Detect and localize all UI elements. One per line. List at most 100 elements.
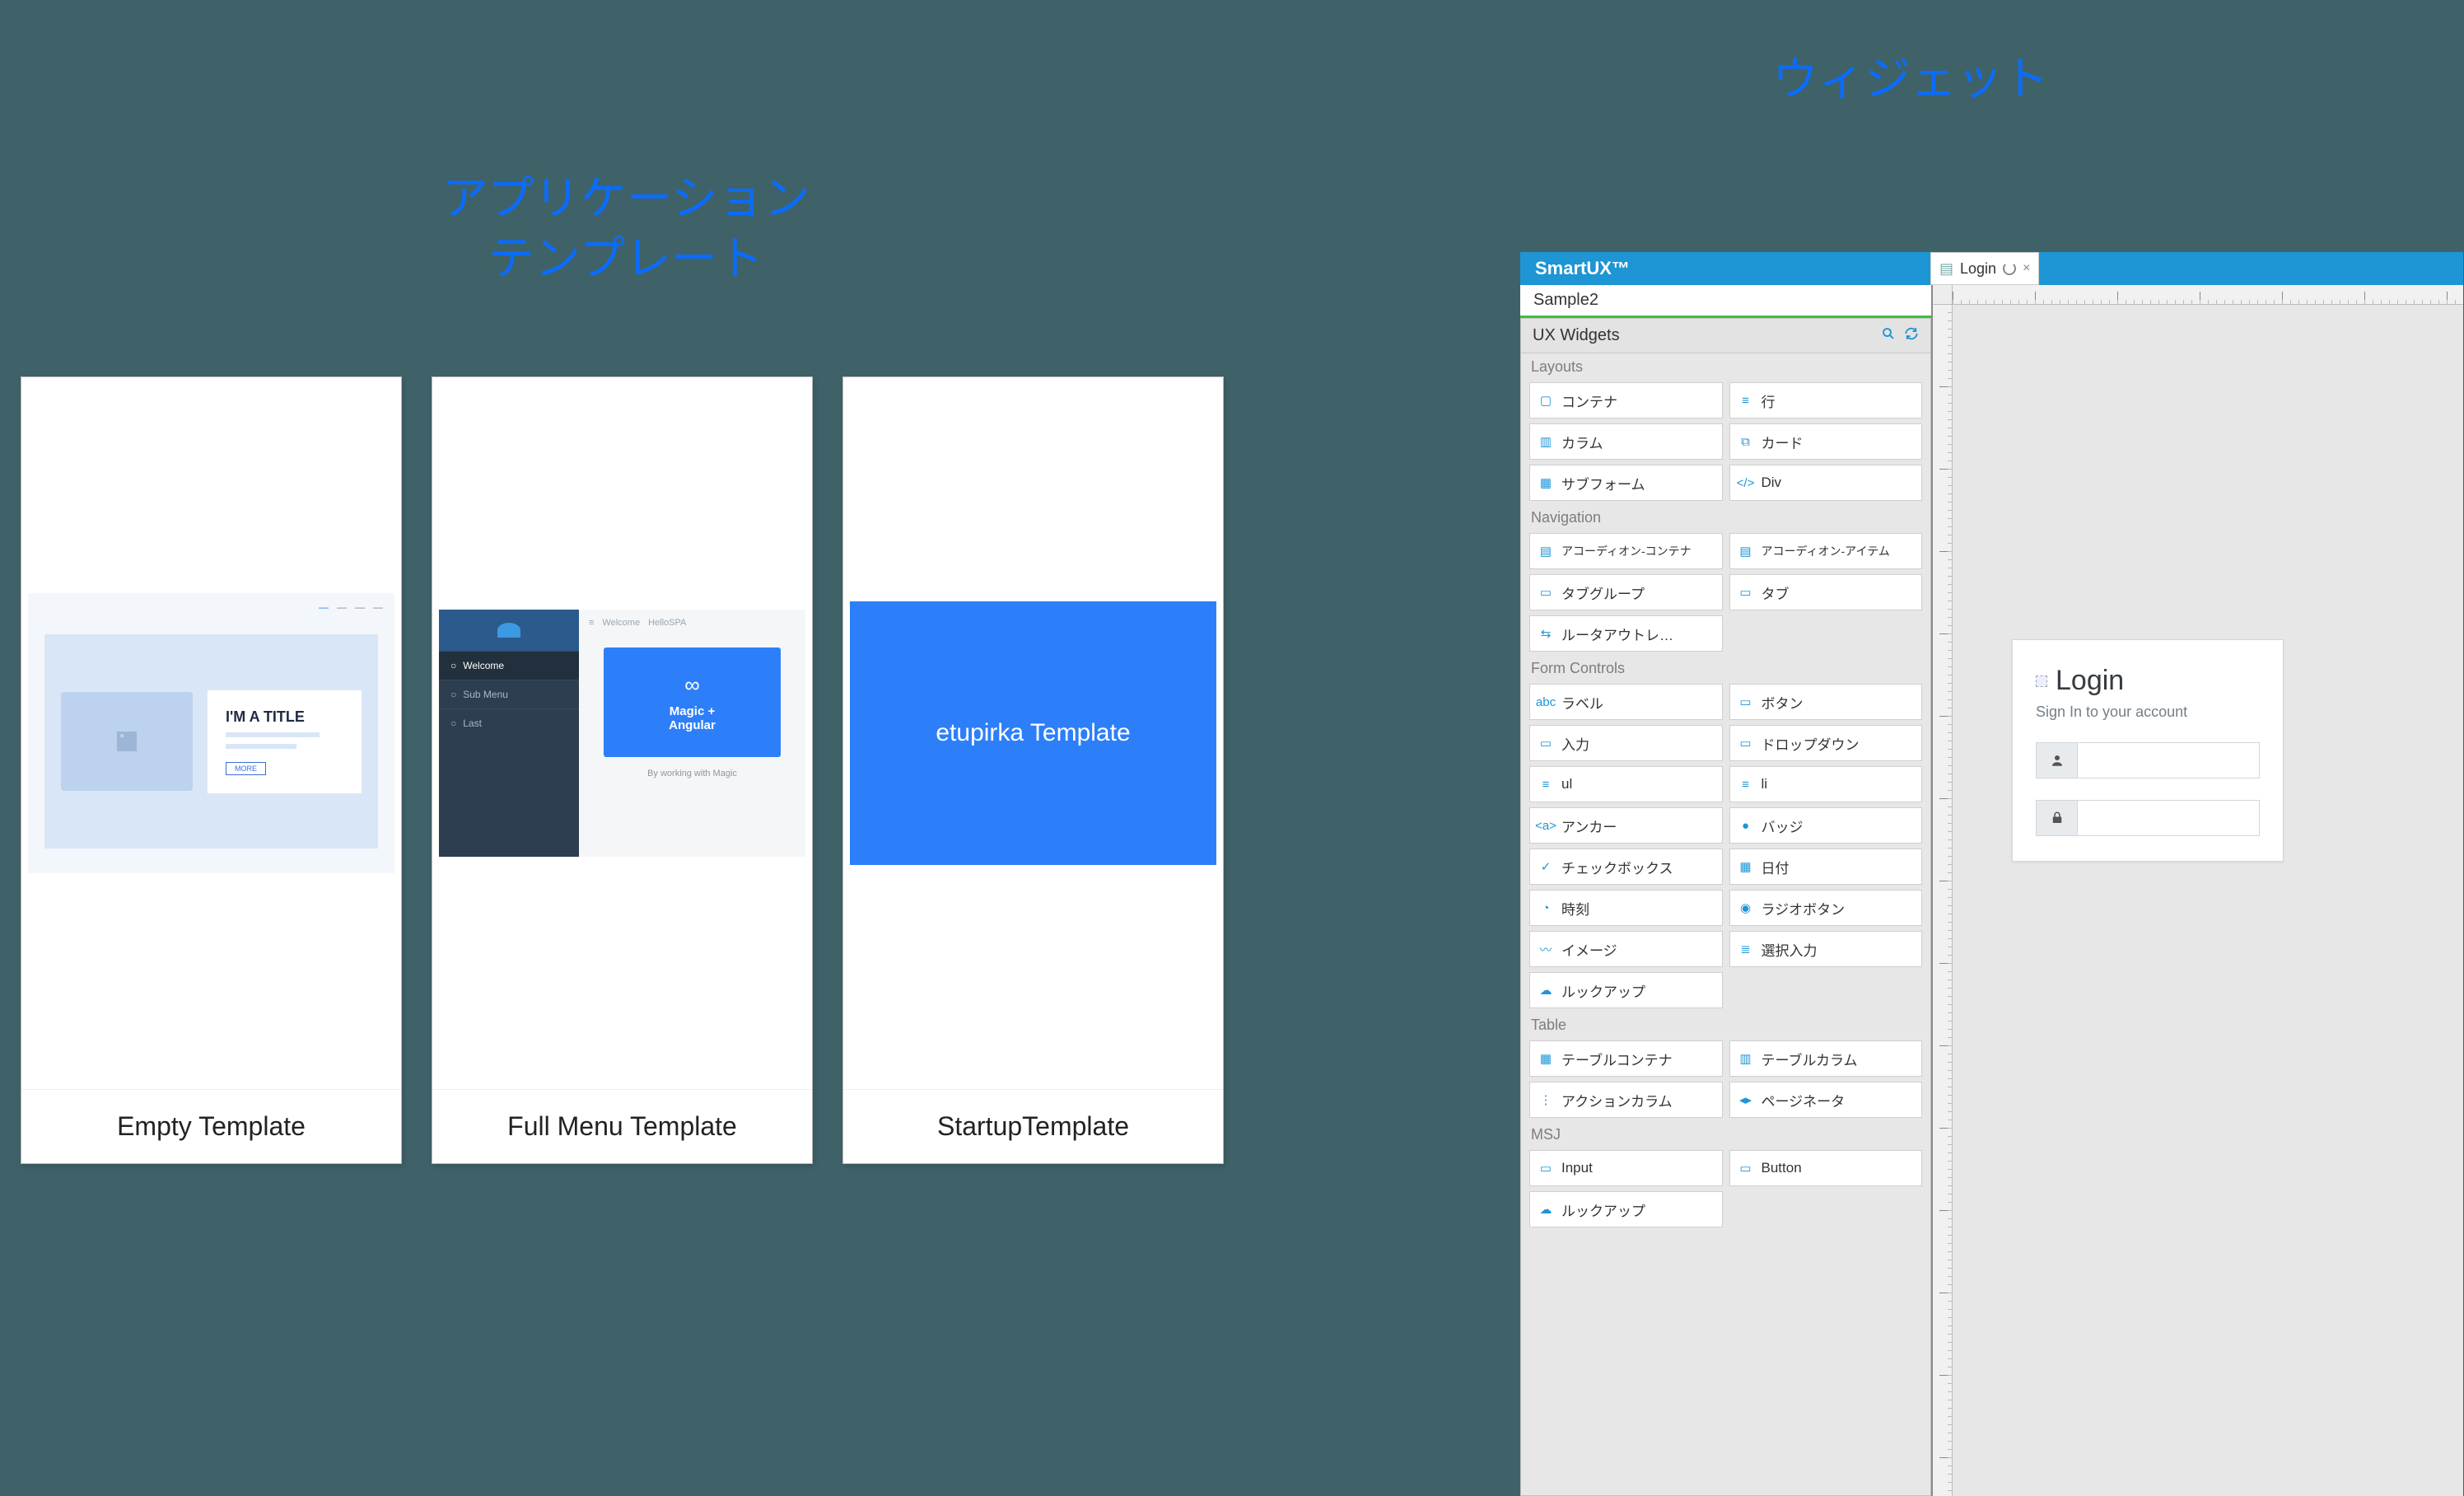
widget-label: テーブルカラム <box>1762 1049 1858 1069</box>
widget-item[interactable]: ⧉カード <box>1729 423 1923 460</box>
widget-label: アクションカラム <box>1561 1090 1673 1110</box>
widget-label: カラム <box>1561 432 1603 452</box>
widget-icon: ◉ <box>1737 899 1755 917</box>
section-navigation: Navigation <box>1521 504 1930 528</box>
design-canvas[interactable]: Login Sign In to your account <box>1933 285 2463 1496</box>
widget-item[interactable]: ▭タブ <box>1729 574 1923 610</box>
preview-title: I'M A TITLE <box>226 708 343 726</box>
widget-item[interactable]: ⇆ルータアウトレ… <box>1529 615 1723 652</box>
search-icon[interactable] <box>1881 326 1896 345</box>
widget-icon: ▭ <box>1537 1159 1555 1177</box>
widget-item[interactable]: ▭ 入力 <box>1529 725 1723 761</box>
widget-label: ウィジェット <box>1729 49 2092 110</box>
widget-item[interactable]: ✓チェックボックス <box>1529 849 1723 885</box>
widget-item[interactable]: ⋮アクションカラム <box>1529 1082 1723 1118</box>
widget-item[interactable]: 〰イメージ <box>1529 931 1723 967</box>
widget-item[interactable]: ◉ ラジオボタン <box>1729 890 1923 926</box>
canvas-body[interactable]: Login Sign In to your account <box>1953 305 2463 1496</box>
widget-item[interactable]: ▦テーブルコンテナ <box>1529 1040 1723 1077</box>
widget-item[interactable]: ▭ Input <box>1529 1150 1723 1186</box>
widget-item[interactable]: ◔時刻 <box>1529 890 1723 926</box>
user-icon <box>2037 743 2078 778</box>
widget-icon: ▭ <box>1737 583 1755 601</box>
file-icon: ▤ <box>1939 260 1953 278</box>
widget-item[interactable]: ▭ ドロップダウン <box>1729 725 1923 761</box>
preview-button: MORE <box>226 762 266 775</box>
ruler-vertical <box>1933 305 1953 1496</box>
refresh-icon[interactable] <box>1904 326 1919 345</box>
widget-label: Input <box>1561 1160 1593 1176</box>
widget-icon: ◔ <box>1537 899 1555 917</box>
widget-label: カード <box>1762 432 1804 452</box>
infinity-icon: ∞ <box>612 672 772 698</box>
template-card-full-menu[interactable]: ○Welcome ○Sub Menu ○Last ≡WelcomeHelloSP… <box>432 376 813 1164</box>
widget-item[interactable]: ▭ボタン <box>1729 684 1923 720</box>
widget-icon: ▭ <box>1737 734 1755 752</box>
template-card-startup[interactable]: etupirka Template StartupTemplate <box>842 376 1224 1164</box>
template-name: Full Menu Template <box>432 1089 812 1163</box>
widget-item[interactable]: ▤アコーディオン-アイテム <box>1729 533 1923 569</box>
widget-label: 選択入力 <box>1762 939 1818 960</box>
widget-icon: ⇆ <box>1537 624 1555 643</box>
widget-icon: ▢ <box>1537 391 1555 409</box>
widget-icon: ▤ <box>1737 542 1755 560</box>
side-item: ○Last <box>439 708 579 737</box>
widget-label: Button <box>1762 1160 1802 1176</box>
ruler-corner <box>1933 285 1953 305</box>
widget-item[interactable]: <a>アンカー <box>1529 807 1723 844</box>
widget-icon: ▭ <box>1537 583 1555 601</box>
widget-icon: ▦ <box>1737 858 1755 876</box>
widget-item[interactable]: ▥カラム <box>1529 423 1723 460</box>
widget-label: Div <box>1762 475 1782 491</box>
lock-icon <box>2037 801 2078 835</box>
template-row: ———— I'M A TITLE MORE Empty Template ○We… <box>21 376 1224 1164</box>
editor-tab-login[interactable]: ▤ Login × <box>1930 252 2039 285</box>
widget-item[interactable]: ▦ サブフォーム <box>1529 465 1723 501</box>
widget-item[interactable]: ▤アコーディオン-コンテナ <box>1529 533 1723 569</box>
widget-icon: 〰 <box>1537 940 1555 958</box>
widget-label: ラジオボタン <box>1762 898 1846 919</box>
widget-item[interactable]: ≡行 <box>1729 382 1923 418</box>
widget-item[interactable]: ☁ルックアップ <box>1529 972 1723 1008</box>
widget-icon: ▦ <box>1537 474 1555 492</box>
login-card[interactable]: Login Sign In to your account <box>2012 639 2284 862</box>
widget-item[interactable]: ▭ タブグループ <box>1529 574 1723 610</box>
widget-label: イメージ <box>1561 939 1617 960</box>
password-field[interactable] <box>2036 800 2260 836</box>
image-placeholder-icon <box>61 692 193 791</box>
widget-label: タブグループ <box>1561 582 1645 603</box>
widget-label: サブフォーム <box>1561 473 1645 493</box>
widget-label: li <box>1762 776 1768 792</box>
project-label: Sample2 <box>1520 285 1931 318</box>
section-form-controls: Form Controls <box>1521 655 1930 679</box>
widget-item[interactable]: ◂▸ ページネータ <box>1729 1082 1923 1118</box>
widget-item[interactable]: ▥テーブルカラム <box>1729 1040 1923 1077</box>
username-field[interactable] <box>2036 742 2260 778</box>
editor-window: SmartUX™ ▤ Login × Sample2 UX Widgets La… <box>1520 252 2463 1496</box>
widget-item[interactable]: ≡ul <box>1529 766 1723 802</box>
widget-item[interactable]: ▦日付 <box>1729 849 1923 885</box>
widget-item[interactable]: ≣選択入力 <box>1729 931 1923 967</box>
widget-item[interactable]: ≡li <box>1729 766 1923 802</box>
widget-item[interactable]: ●バッジ <box>1729 807 1923 844</box>
widget-label: ドロップダウン <box>1762 733 1860 754</box>
widget-item[interactable]: ▭Button <box>1729 1150 1923 1186</box>
widget-label: ボタン <box>1762 692 1804 713</box>
close-icon[interactable]: × <box>2023 261 2030 276</box>
template-card-empty[interactable]: ———— I'M A TITLE MORE Empty Template <box>21 376 402 1164</box>
reload-icon[interactable] <box>2003 262 2016 275</box>
widget-icon: ▭ <box>1537 734 1555 752</box>
widget-label: 入力 <box>1561 733 1589 754</box>
widget-item[interactable]: </>Div <box>1729 465 1923 501</box>
widget-icon: ≡ <box>1537 775 1555 793</box>
editor-titlebar: SmartUX™ ▤ Login × <box>1520 252 2463 285</box>
widget-label: テーブルコンテナ <box>1561 1049 1673 1069</box>
widget-item[interactable]: ☁ルックアップ <box>1529 1191 1723 1227</box>
tab-label: Login <box>1960 260 1996 278</box>
widget-item[interactable]: ▢コンテナ <box>1529 382 1723 418</box>
widget-item[interactable]: abcラベル <box>1529 684 1723 720</box>
widget-icon: ◂▸ <box>1737 1091 1755 1109</box>
ruler-horizontal <box>1953 285 2463 305</box>
widget-icon: <a> <box>1537 816 1555 834</box>
widget-label: ページネータ <box>1762 1090 1846 1110</box>
